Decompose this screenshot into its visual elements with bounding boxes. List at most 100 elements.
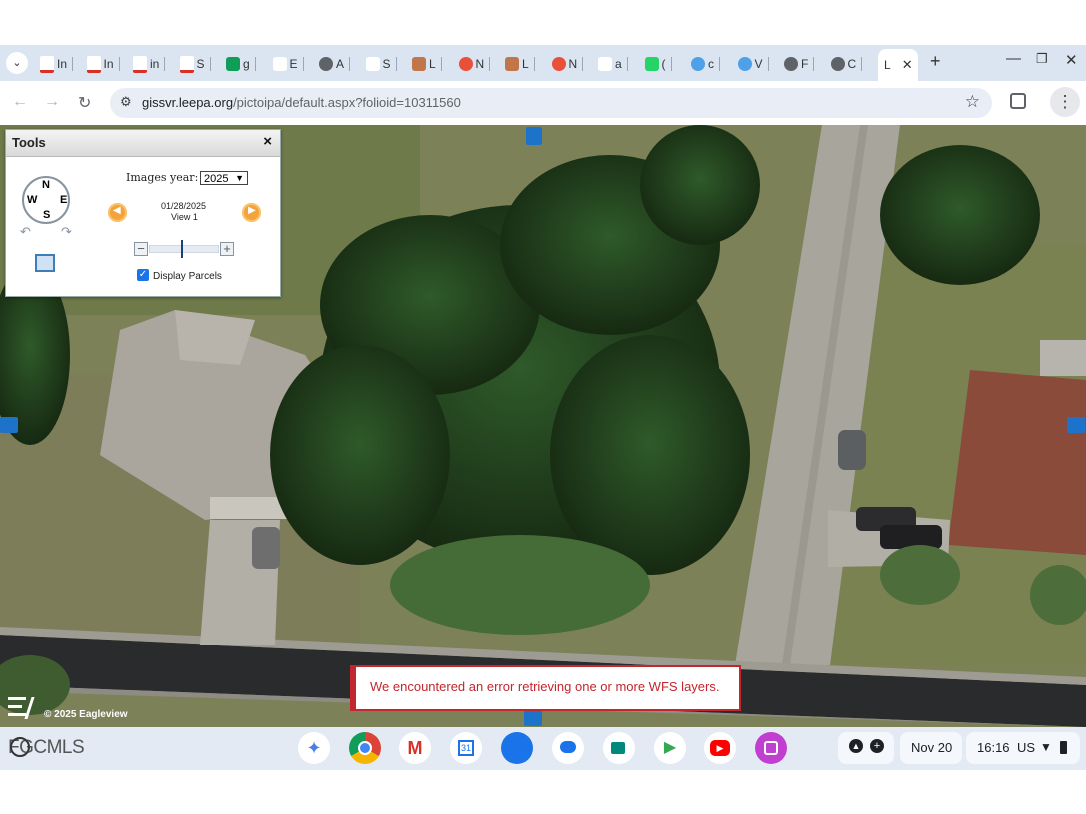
camera-south-icon[interactable] xyxy=(524,710,542,726)
url-text[interactable]: gissvr.leepa.org/pictoipa/default.aspx?f… xyxy=(142,95,461,110)
gmail-icon xyxy=(179,55,194,73)
minimize-icon[interactable]: — xyxy=(1006,50,1021,67)
aerial-map[interactable]: Tools × N S E W ↶ ↷ Images year: 2025 ▼ … xyxy=(0,125,1086,727)
next-image-button[interactable]: ▶ xyxy=(242,203,261,222)
close-icon[interactable]: ✕ xyxy=(902,57,913,73)
tab-0[interactable]: In xyxy=(40,53,74,75)
tab-4[interactable]: g xyxy=(226,53,256,75)
zoom-out-icon[interactable]: − xyxy=(134,242,148,256)
tab-1[interactable]: In xyxy=(86,53,120,75)
tab-label: V xyxy=(754,57,763,71)
meet-icon[interactable] xyxy=(603,732,635,764)
whatsapp-icon xyxy=(644,57,659,71)
camera-east-icon[interactable] xyxy=(1067,417,1085,433)
gemini-icon[interactable]: ✦ xyxy=(298,732,330,764)
tab-label: E xyxy=(289,57,298,71)
tab-separator xyxy=(164,57,166,71)
tab-10[interactable]: L xyxy=(505,53,535,75)
extensions-icon[interactable] xyxy=(1010,93,1026,109)
gmail-icon[interactable]: M xyxy=(399,732,431,764)
play-store-icon[interactable]: ▶ xyxy=(654,732,686,764)
time-text: 16:16 xyxy=(977,740,1010,755)
images-year-label: Images year: xyxy=(126,171,199,184)
display-parcels-checkbox[interactable]: ✓ xyxy=(137,269,149,281)
images-year-select[interactable]: 2025 ▼ xyxy=(200,171,248,185)
save-image-icon[interactable] xyxy=(35,254,55,272)
forward-icon[interactable]: → xyxy=(44,93,60,111)
tools-close-icon[interactable]: × xyxy=(263,133,272,150)
omnibox[interactable]: ⚙ gissvr.leepa.org/pictoipa/default.aspx… xyxy=(110,88,992,118)
compass-rose[interactable]: N S E W xyxy=(22,176,70,224)
arrow-left-icon: ◀ xyxy=(113,205,121,216)
tab-separator xyxy=(533,57,535,71)
tab-5[interactable]: E xyxy=(272,53,304,75)
reload-icon[interactable]: ↻ xyxy=(78,93,91,113)
tab-separator xyxy=(861,57,863,71)
compass-w[interactable]: W xyxy=(27,194,37,206)
tab-label: c xyxy=(708,57,714,71)
tab-9[interactable]: N xyxy=(458,53,491,75)
compass-s[interactable]: S xyxy=(43,209,50,221)
calendar-icon[interactable]: 31 xyxy=(450,732,482,764)
upload-icon[interactable]: ▲ xyxy=(849,739,863,753)
display-parcels-label: Display Parcels xyxy=(153,271,222,282)
restore-icon[interactable]: ❐ xyxy=(1036,51,1048,67)
youtube-icon[interactable]: ▶ xyxy=(704,732,736,764)
tab-separator xyxy=(626,57,628,71)
globe-icon xyxy=(784,57,798,71)
tab-search-button[interactable]: ⌄ xyxy=(6,52,28,74)
tab-label: C xyxy=(847,57,857,71)
menu-icon[interactable]: ⋮ xyxy=(1050,87,1080,117)
bookmark-star-icon[interactable]: ☆ xyxy=(965,92,980,112)
date-pill[interactable]: Nov 20 xyxy=(900,732,962,764)
slider-handle[interactable] xyxy=(181,240,183,258)
tab-7[interactable]: S xyxy=(365,53,397,75)
tab-14[interactable]: c xyxy=(691,53,720,75)
tab-16[interactable]: F xyxy=(784,53,815,75)
zoom-slider[interactable]: − + xyxy=(134,240,234,258)
arrow-right-icon: ▶ xyxy=(248,205,256,216)
chat-icon[interactable] xyxy=(552,732,584,764)
camera-north-icon[interactable] xyxy=(526,127,542,145)
tab-8[interactable]: L xyxy=(412,53,442,75)
tray-actions[interactable]: ▲ + xyxy=(838,732,894,764)
new-tab-button[interactable]: + xyxy=(930,51,941,72)
chrome-icon[interactable] xyxy=(349,732,381,764)
tools-title: Tools xyxy=(12,135,46,150)
tab-3[interactable]: S xyxy=(179,53,211,75)
status-area[interactable]: 16:16 US ▼ xyxy=(966,732,1080,764)
tab-label: L xyxy=(884,58,891,72)
tab-separator xyxy=(582,57,584,71)
back-icon[interactable]: ← xyxy=(12,93,28,111)
files-icon[interactable] xyxy=(501,732,533,764)
tab-separator xyxy=(440,57,442,71)
rotate-left-icon[interactable]: ↶ xyxy=(20,224,31,240)
zoom-in-icon[interactable]: + xyxy=(220,242,234,256)
tab-15[interactable]: V xyxy=(737,53,769,75)
tab-13[interactable]: ( xyxy=(644,53,672,75)
compass-n[interactable]: N xyxy=(42,179,50,191)
camera-west-icon[interactable] xyxy=(0,417,18,433)
tab-label: S xyxy=(196,57,205,71)
close-window-icon[interactable]: ✕ xyxy=(1065,51,1078,69)
tab-6[interactable]: A xyxy=(319,53,351,75)
tab-17[interactable]: C xyxy=(830,53,863,75)
tab-2[interactable]: in xyxy=(133,53,166,75)
globe-icon xyxy=(830,57,845,71)
tab-label: ( xyxy=(661,57,666,71)
tab-separator xyxy=(395,57,397,71)
app-icon[interactable] xyxy=(755,732,787,764)
tab-separator xyxy=(72,57,74,71)
wifi-icon: ▼ xyxy=(1040,740,1052,754)
tab-active[interactable]: L ✕ xyxy=(878,49,918,81)
prev-image-button[interactable]: ◀ xyxy=(108,203,127,222)
person-icon xyxy=(598,57,612,71)
tab-11[interactable]: N xyxy=(551,53,584,75)
tab-label: N xyxy=(475,57,485,71)
site-info-icon[interactable]: ⚙ xyxy=(120,94,132,110)
tab-12[interactable]: a xyxy=(598,53,628,75)
compass-e[interactable]: E xyxy=(60,194,67,206)
slider-track[interactable] xyxy=(149,245,219,253)
add-icon[interactable]: + xyxy=(870,739,884,753)
rotate-right-icon[interactable]: ↷ xyxy=(61,224,72,240)
